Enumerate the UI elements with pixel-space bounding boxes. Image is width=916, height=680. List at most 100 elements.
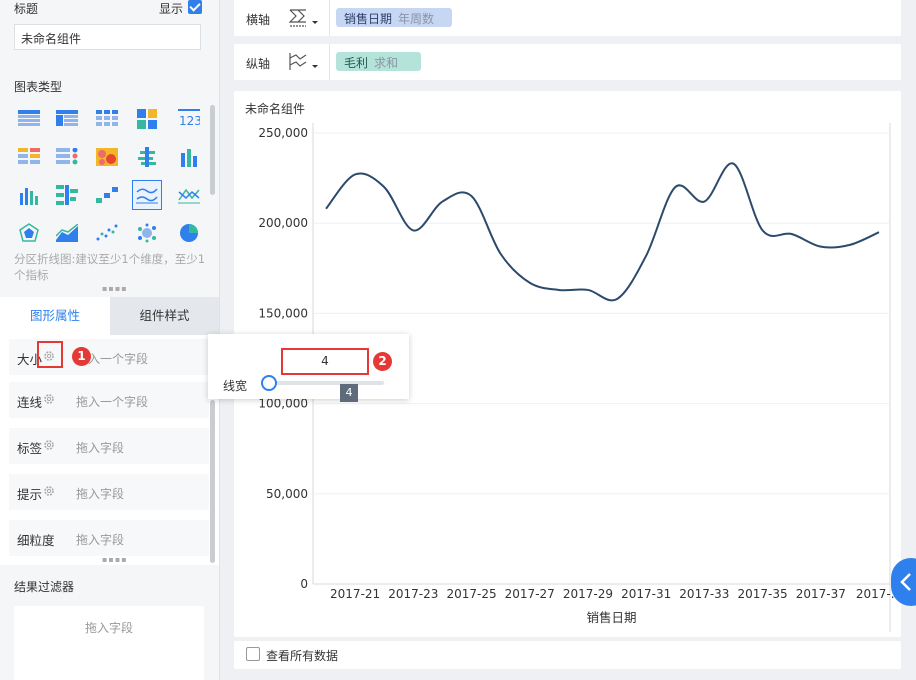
tab-component-style[interactable]: 组件样式 [110,297,219,335]
collapse-panel-button[interactable] [891,558,916,606]
x-tick-label: 2017-33 [679,587,729,601]
line-width-slider-handle[interactable] [261,375,277,391]
column-chart-icon[interactable] [174,142,204,172]
x-tick-label: 2017-27 [505,587,555,601]
filter-title: 结果过滤器 [14,580,75,594]
data-point [702,199,707,204]
show-title-label: 显示 [159,2,184,16]
area-chart-icon[interactable] [52,218,82,248]
line-width-label: 线宽 [223,379,248,393]
svg-text:123: 123 [179,114,200,128]
data-point [818,244,823,249]
filter-drop-zone[interactable]: 拖入字段 [14,606,204,680]
y-tick-label: 250,000 [258,126,308,140]
x-tick-label: 2017-21 [330,587,380,601]
line-width-slider-track[interactable] [268,381,384,385]
data-point [556,287,561,292]
widget-name-input[interactable]: 未命名组件 [14,24,201,50]
horizontal-bar-icon[interactable] [52,180,82,210]
x-tick-label: 2017-29 [563,587,613,601]
property-scrollbar[interactable] [210,400,215,563]
stacked-bar-icon[interactable] [132,142,162,172]
title-section-label: 标题 [14,2,39,16]
prop-label-label: 标签 [17,441,43,456]
y-axis-field-pill[interactable]: 毛利 求和 [336,52,421,71]
y-tick-label: 150,000 [258,306,308,320]
data-point [877,230,882,235]
y-tick-label: 50,000 [266,487,308,501]
y-tick-label: 200,000 [258,216,308,230]
y-axis-label: 纵轴 [246,57,271,71]
y-axis-field-name: 毛利 [344,56,369,70]
map-table-icon[interactable] [14,142,44,172]
resize-handle-2-icon[interactable]: ▪▪▪▪ [102,555,128,564]
x-axis-partition-icon[interactable] [286,6,322,30]
data-point [527,280,532,285]
cross-line-icon[interactable] [174,180,204,210]
data-point [731,161,736,166]
data-point [760,228,765,233]
prop-row-granularity[interactable]: 细粒度 拖入字段 [9,520,209,556]
label-gear-icon[interactable] [43,439,55,451]
prop-placeholder-granularity: 拖入字段 [76,533,125,547]
heatmap-icon[interactable] [92,142,122,172]
step-chart-icon[interactable] [92,180,122,210]
chart-type-label: 图表类型 [14,80,63,94]
data-point [847,242,852,247]
prop-row-line[interactable]: 连线 拖入一个字段 [9,382,209,418]
number-card-icon[interactable]: 123 [174,104,204,134]
series-line [325,162,880,302]
x-tick-label: 2017-31 [621,587,671,601]
line-width-input[interactable]: 4 [281,348,369,375]
prop-row-tooltip[interactable]: 提示 拖入字段 [9,474,209,510]
data-point [411,228,416,233]
chevron-left-icon [900,573,911,591]
tooltip-gear-icon[interactable] [43,485,55,497]
data-point [324,206,329,211]
x-axis-field-pill[interactable]: 销售日期 年周数 [336,8,452,27]
crosstab-chart-icon[interactable] [52,104,82,134]
show-all-data-label: 查看所有数据 [266,649,339,663]
resize-handle-icon[interactable]: ▪▪▪▪ [102,284,128,293]
data-point [673,185,678,190]
y-axis-partition-icon[interactable] [286,50,322,74]
x-axis-label: 横轴 [246,13,271,27]
prop-placeholder-label: 拖入字段 [76,441,125,455]
x-tick-label: 2017-35 [738,587,788,601]
x-tick-label: 2017-37 [796,587,846,601]
x-axis-divider [329,0,330,36]
tab-graphic-properties[interactable]: 图形属性 [0,297,110,335]
data-point [585,287,590,292]
show-title-checkbox[interactable] [188,0,202,14]
x-tick-label: 2017-25 [446,587,496,601]
left-panel: 标题 显示 未命名组件 图表类型 123 分区折线图:建议至少1个维度，至少1个… [0,0,220,680]
prop-label-granularity: 细粒度 [17,533,55,548]
property-tabs: 图形属性 组件样式 [0,297,219,335]
property-list: 大小 拖入一个字段 连线 拖入一个字段 标签 拖入字段 提示 拖入字段 细粒度 … [0,335,219,565]
data-point [615,296,620,301]
line-gear-icon[interactable] [43,393,55,405]
chart-type-scrollbar[interactable] [210,105,215,195]
scatter-chart-icon[interactable] [92,218,122,248]
grouped-table-icon[interactable] [92,104,122,134]
data-point [789,232,794,237]
data-point [440,199,445,204]
table-chart-icon[interactable] [14,104,44,134]
bar-chart-icon[interactable] [14,180,44,210]
prop-placeholder-line: 拖入一个字段 [76,395,149,409]
partition-line-chart-icon[interactable] [132,180,162,210]
line-width-slider-tooltip: 4 [340,384,358,402]
bottom-bar: 查看所有数据 [234,641,901,669]
pie-chart-icon[interactable] [174,218,204,248]
bubble-chart-icon[interactable] [132,218,162,248]
kpi-indicator-icon[interactable] [52,142,82,172]
x-axis-bar: 横轴 销售日期 年周数 [234,0,901,36]
radar-chart-icon[interactable] [14,218,44,248]
x-tick-label: 2017-23 [388,587,438,601]
prop-row-label[interactable]: 标签 拖入字段 [9,428,209,464]
prop-placeholder-tooltip: 拖入字段 [76,487,125,501]
show-all-data-checkbox[interactable] [246,647,260,661]
step-badge-2: 2 [373,352,392,371]
color-block-icon[interactable] [132,104,162,134]
y-axis-divider [329,44,330,80]
